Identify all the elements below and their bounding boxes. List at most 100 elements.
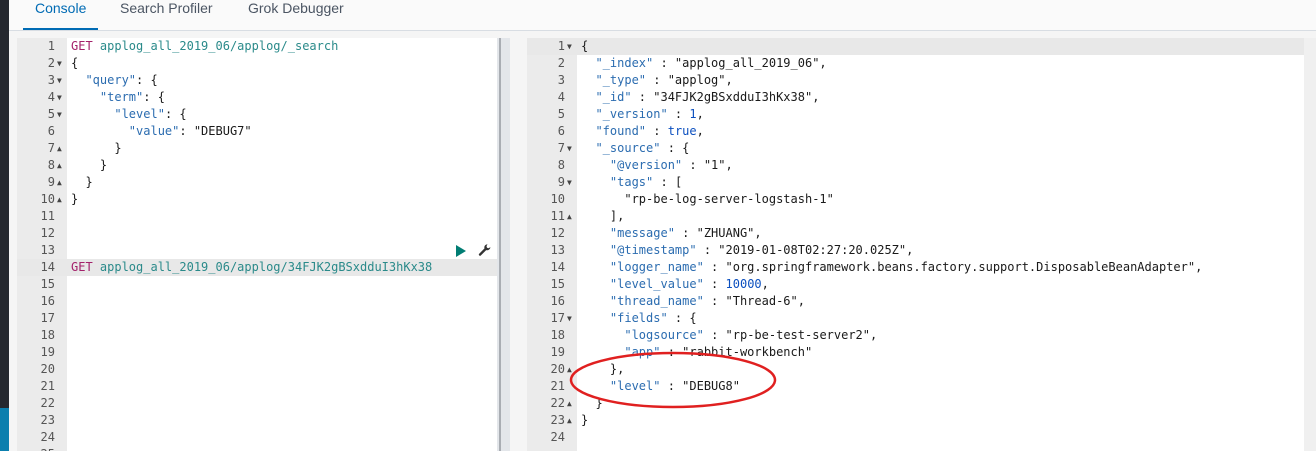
request-code-line[interactable]: 4 ▼ "term": { (17, 89, 497, 106)
request-code-line[interactable]: 17 (17, 310, 497, 327)
tab-grok-debugger[interactable]: Grok Debugger (236, 0, 356, 30)
request-code-line[interactable]: 2 ▼ { (17, 55, 497, 72)
sidebar-accent (0, 408, 9, 451)
fold-collapse-icon[interactable]: ▼ (567, 174, 577, 191)
fold-collapse-icon[interactable]: ▼ (57, 72, 67, 89)
request-code-line[interactable]: 18 (17, 327, 497, 344)
devtools-tab-bar: Console Search Profiler Grok Debugger (9, 0, 1316, 31)
request-editor[interactable]: 1 GET applog_all_2019_06/applog/_search 2 ▼… (17, 38, 497, 451)
line-number: 5 (557, 107, 565, 121)
fold-collapse-icon[interactable]: ▼ (57, 89, 67, 106)
response-code-line[interactable]: 21 "level" : "DEBUG8" (527, 378, 1316, 395)
code-text: "tags" : [ (609, 175, 683, 189)
code-text: "rp-be-log-server-logstash-1" (581, 192, 834, 206)
code-text: "message" : "ZHUANG", (609, 226, 762, 240)
line-number: 18 (40, 328, 55, 342)
fold-expand-icon[interactable]: ▲ (567, 361, 577, 378)
fold-expand-icon[interactable]: ▲ (567, 395, 577, 412)
response-code-line[interactable]: 6 "found" : true, (527, 123, 1316, 140)
response-code-line[interactable]: 2 "_index" : "applog_all_2019_06", (527, 55, 1316, 72)
request-code-line[interactable]: 15 (17, 276, 497, 293)
request-code-line[interactable]: 19 (17, 344, 497, 361)
response-code-line[interactable]: 10 "rp-be-log-server-logstash-1" (527, 191, 1316, 208)
response-code-line[interactable]: 5 "_version" : 1, (527, 106, 1316, 123)
request-code-line[interactable]: 8 ▲ } (17, 157, 497, 174)
fold-expand-icon[interactable]: ▲ (57, 191, 67, 208)
request-code-line[interactable]: 5 ▼ "level": { (17, 106, 497, 123)
pane-resizer-grip[interactable] (499, 38, 501, 451)
request-code-line[interactable]: 6 "value": "DEBUG7" (17, 123, 497, 140)
line-number: 13 (40, 243, 55, 257)
line-number: 12 (40, 226, 55, 240)
request-code-line[interactable]: 3 ▼ "query": { (17, 72, 497, 89)
response-code-line[interactable]: 18 "logsource" : "rp-be-test-server2", (527, 327, 1316, 344)
code-text: "query": { (85, 73, 158, 87)
tab-search-profiler[interactable]: Search Profiler (108, 0, 225, 30)
fold-expand-icon[interactable]: ▲ (567, 412, 577, 429)
fold-collapse-icon[interactable]: ▼ (57, 106, 67, 123)
response-code-line[interactable]: 24 (527, 429, 1316, 446)
line-number: 16 (550, 294, 565, 308)
request-code-line[interactable]: 25 (17, 446, 497, 451)
code-text: ], (581, 209, 625, 223)
response-code-line[interactable]: 22 ▲ } (527, 395, 1316, 412)
response-code-line[interactable]: 15 "level_value" : 10000, (527, 276, 1316, 293)
response-code-line[interactable]: 7 ▼ "_source" : { (527, 140, 1316, 157)
code-text: } (71, 175, 93, 189)
response-code-line[interactable]: 14 "logger_name" : "org.springframework.… (527, 259, 1316, 276)
response-code-line[interactable]: 8 "@version" : "1", (527, 157, 1316, 174)
request-code-line[interactable]: 16 (17, 293, 497, 310)
play-icon[interactable] (456, 245, 466, 257)
request-code-line[interactable]: 12 (17, 225, 497, 242)
response-code-line[interactable]: 4 "_id" : "34FJK2gBSxdduI3hKx38", (527, 89, 1316, 106)
request-code-line[interactable]: 11 (17, 208, 497, 225)
response-viewer[interactable]: 1 ▼{2 "_index" : "applog_all_2019_06", 3 "… (527, 38, 1316, 451)
code-text: { (71, 56, 79, 70)
line-number: 7 (557, 141, 565, 155)
fold-collapse-icon[interactable]: ▼ (567, 38, 577, 55)
wrench-icon[interactable] (478, 243, 492, 259)
fold-expand-icon[interactable]: ▲ (567, 208, 577, 225)
request-code-line[interactable]: 24 (17, 429, 497, 446)
code-text: "term": { (99, 90, 165, 104)
code-text: } (581, 396, 603, 410)
fold-collapse-icon[interactable]: ▼ (567, 310, 577, 327)
request-code-line[interactable]: 20 (17, 361, 497, 378)
request-code-line[interactable]: 21 (17, 378, 497, 395)
code-text: GET applog_all_2019_06/applog/_search (71, 39, 339, 53)
line-number: 12 (550, 226, 565, 240)
pane-resizer[interactable] (497, 38, 510, 451)
request-code-line[interactable]: 23 (17, 412, 497, 429)
request-code-line[interactable]: 9 ▲ } (17, 174, 497, 191)
line-number: 19 (550, 345, 565, 359)
line-number: 20 (550, 362, 565, 376)
request-code-line[interactable]: 14 GET applog_all_2019_06/applog/34FJK2gB… (17, 259, 497, 276)
response-code-line[interactable]: 9 ▼ "tags" : [ (527, 174, 1316, 191)
response-code-line[interactable]: 19 "app" : "rabbit-workbench" (527, 344, 1316, 361)
response-code-line[interactable]: 11 ▲ ], (527, 208, 1316, 225)
line-number: 8 (47, 158, 55, 172)
request-code-line[interactable]: 1 GET applog_all_2019_06/applog/_search (17, 38, 497, 55)
response-code-line[interactable]: 20 ▲ }, (527, 361, 1316, 378)
request-code-line[interactable]: 7 ▲ } (17, 140, 497, 157)
request-code-line[interactable]: 22 (17, 395, 497, 412)
code-text: "found" : true, (595, 124, 704, 138)
fold-collapse-icon[interactable]: ▼ (57, 55, 67, 72)
line-number: 23 (40, 413, 55, 427)
response-code-line[interactable]: 1 ▼ { (527, 38, 1316, 55)
response-code-line[interactable]: 13 "@timestamp" : "2019-01-08T02:27:20.0… (527, 242, 1316, 259)
fold-expand-icon[interactable]: ▲ (57, 174, 67, 191)
request-code-line[interactable]: 13 (17, 242, 497, 259)
response-code-line[interactable]: 16 "thread_name" : "Thread-6", (527, 293, 1316, 310)
response-code-line[interactable]: 23 ▲} (527, 412, 1316, 429)
fold-expand-icon[interactable]: ▲ (57, 157, 67, 174)
response-code-line[interactable]: 3 "_type" : "applog", (527, 72, 1316, 89)
request-code-line[interactable]: 10 ▲} (17, 191, 497, 208)
response-code-line[interactable]: 12 "message" : "ZHUANG", (527, 225, 1316, 242)
line-number: 15 (40, 277, 55, 291)
fold-expand-icon[interactable]: ▲ (57, 140, 67, 157)
vertical-scrollbar[interactable] (1304, 38, 1316, 451)
fold-collapse-icon[interactable]: ▼ (567, 140, 577, 157)
tab-console[interactable]: Console (23, 0, 99, 30)
response-code-line[interactable]: 17 ▼ "fields" : { (527, 310, 1316, 327)
